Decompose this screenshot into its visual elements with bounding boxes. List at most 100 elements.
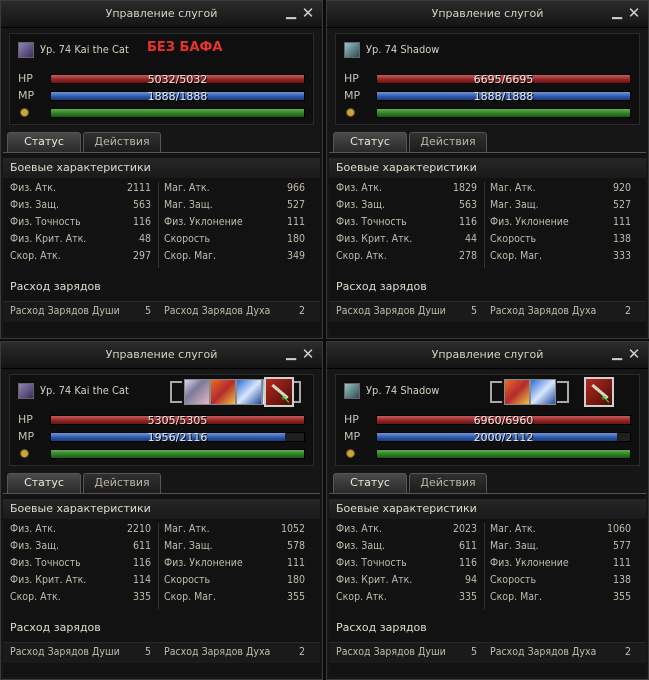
stat-row: Физ. Уклонение 111 xyxy=(490,214,631,231)
xp-bar-fill xyxy=(51,109,304,117)
stat-row: Маг. Защ. 577 xyxy=(490,538,631,555)
stat-value: 920 xyxy=(612,182,631,194)
buff-icon xyxy=(530,379,556,405)
stat-row: Физ. Уклонение 111 xyxy=(490,555,631,572)
close-icon[interactable]: ✕ xyxy=(627,6,641,21)
stat-row: Физ. Атк. 1829 xyxy=(336,180,477,197)
minimize-icon[interactable]: ▁ xyxy=(284,347,298,361)
charges-row: Расход Зарядов Души 5 Расход Зарядов Дух… xyxy=(329,301,646,322)
combat-stats-heading: Боевые характеристики xyxy=(329,158,646,178)
stat-row: Скор. Маг. 355 xyxy=(490,589,631,606)
stat-label: Скор. Атк. xyxy=(10,250,61,262)
stat-row: Скор. Маг. 355 xyxy=(164,589,305,606)
stat-value: 278 xyxy=(458,250,477,262)
buff-bracket-left-icon xyxy=(490,381,502,403)
stat-value: 1829 xyxy=(452,182,477,194)
tab-actions[interactable]: Действия xyxy=(83,473,161,493)
servitor-portrait-icon xyxy=(18,42,34,58)
stat-row: Физ. Уклонение 111 xyxy=(164,214,305,231)
xp-bar-fill xyxy=(377,109,630,117)
stat-label: Маг. Защ. xyxy=(164,199,213,211)
stat-value: 563 xyxy=(132,199,151,211)
combat-stats-heading: Боевые характеристики xyxy=(3,158,320,178)
mp-row: MP 2000/2112 xyxy=(344,430,631,444)
close-icon[interactable]: ✕ xyxy=(301,347,315,362)
tab-actions[interactable]: Действия xyxy=(409,132,487,152)
xp-bar xyxy=(376,449,631,459)
hp-bar: 6695/6695 xyxy=(376,73,631,86)
stat-value: 578 xyxy=(286,540,305,552)
tab-actions[interactable]: Действия xyxy=(83,132,161,152)
titlebar[interactable]: Управление слугой ▁ ✕ xyxy=(327,1,648,28)
stat-value: 355 xyxy=(612,591,631,603)
tab-actions[interactable]: Действия xyxy=(409,473,487,493)
stat-label: Маг. Защ. xyxy=(490,199,539,211)
close-icon[interactable]: ✕ xyxy=(301,6,315,21)
stat-label: Скор. Маг. xyxy=(164,250,216,262)
stat-label: Маг. Атк. xyxy=(164,523,210,535)
stat-row: Скор. Атк. 335 xyxy=(336,589,477,606)
stat-row: Скорость 138 xyxy=(490,231,631,248)
skill-toggle-icon[interactable]: ↖ xyxy=(584,377,614,407)
minimize-icon[interactable]: ▁ xyxy=(610,347,624,361)
stat-row: Физ. Точность 116 xyxy=(10,214,151,231)
mp-label: MP xyxy=(18,430,35,443)
minimize-icon[interactable]: ▁ xyxy=(610,6,624,20)
stat-row: Физ. Защ. 611 xyxy=(336,538,477,555)
servitor-panel-2: Управление слугой ▁ ✕ Ур. 74 Shadow HP 6… xyxy=(326,0,649,339)
stat-row: Физ. Точность 116 xyxy=(336,214,477,231)
stat-value: 335 xyxy=(132,591,151,603)
stat-value: 116 xyxy=(132,557,151,569)
soulshot-usage: Расход Зарядов Души 5 xyxy=(10,303,151,320)
charges-row: Расход Зарядов Души 5 Расход Зарядов Дух… xyxy=(3,301,320,322)
stat-row: Физ. Крит. Атк. 114 xyxy=(10,572,151,589)
soulshot-usage: Расход Зарядов Души 5 xyxy=(336,303,477,320)
stat-label: Скор. Атк. xyxy=(336,591,387,603)
stat-label: Физ. Точность xyxy=(10,216,81,228)
stat-value: 1052 xyxy=(280,523,305,535)
tab-status[interactable]: Статус xyxy=(333,132,407,152)
stat-value: 563 xyxy=(458,199,477,211)
stat-label: Маг. Атк. xyxy=(164,182,210,194)
charges-heading: Расход зарядов xyxy=(336,280,427,293)
servitor-header: Ур. 74 Shadow ↖ HP 6960/6960 MP 2000/211… xyxy=(335,374,640,466)
tab-status[interactable]: Статус xyxy=(7,132,81,152)
stat-row: Скор. Атк. 278 xyxy=(336,248,477,265)
window-title: Управление слугой xyxy=(105,7,218,20)
status-content: Боевые характеристики Физ. Атк. 2023 Маг. … xyxy=(329,493,646,677)
window-title: Управление слугой xyxy=(105,348,218,361)
spiritshot-usage: Расход Зарядов Духа 2 xyxy=(490,303,631,320)
soulshot-usage-value: 5 xyxy=(470,305,477,317)
tab-status[interactable]: Статус xyxy=(333,473,407,493)
servitor-panel-1: Управление слугой ▁ ✕ Ур. 74 Kai the Cat… xyxy=(0,0,323,339)
buff-icon xyxy=(504,379,530,405)
buff-icon xyxy=(210,379,236,405)
close-icon[interactable]: ✕ xyxy=(627,347,641,362)
stat-value: 1060 xyxy=(606,523,631,535)
stat-row: Маг. Атк. 966 xyxy=(164,180,305,197)
stat-label: Физ. Защ. xyxy=(336,199,386,211)
charges-heading: Расход зарядов xyxy=(10,280,101,293)
stat-row: Скорость 138 xyxy=(490,572,631,589)
minimize-icon[interactable]: ▁ xyxy=(284,6,298,20)
hp-label: HP xyxy=(18,72,33,85)
titlebar[interactable]: Управление слугой ▁ ✕ xyxy=(1,342,322,369)
tab-status[interactable]: Статус xyxy=(7,473,81,493)
combat-stats-heading: Боевые характеристики xyxy=(3,499,320,519)
stats-grid: Физ. Атк. 2023 Маг. Атк. 1060 Физ. Защ. 611 Ма… xyxy=(329,521,646,611)
servitor-level-name: Ур. 74 Kai the Cat xyxy=(40,384,129,397)
stat-value: 577 xyxy=(612,540,631,552)
xp-bar xyxy=(50,108,305,118)
stat-row: Физ. Точность 116 xyxy=(10,555,151,572)
soulshot-usage-label: Расход Зарядов Души xyxy=(10,646,120,658)
servitor-header: Ур. 74 Kai the Cat БЕЗ БАФА HP 5032/5032… xyxy=(9,33,314,125)
stat-label: Физ. Крит. Атк. xyxy=(10,233,87,245)
spiritshot-usage: Расход Зарядов Духа 2 xyxy=(164,303,305,320)
stat-row: Физ. Точность 116 xyxy=(336,555,477,572)
titlebar[interactable]: Управление слугой ▁ ✕ xyxy=(327,342,648,369)
stat-value: 111 xyxy=(612,216,631,228)
titlebar[interactable]: Управление слугой ▁ ✕ xyxy=(1,1,322,28)
stat-label: Маг. Защ. xyxy=(490,540,539,552)
mp-value: 2000/2112 xyxy=(473,431,534,444)
skill-toggle-icon[interactable]: ↖ xyxy=(264,377,294,407)
